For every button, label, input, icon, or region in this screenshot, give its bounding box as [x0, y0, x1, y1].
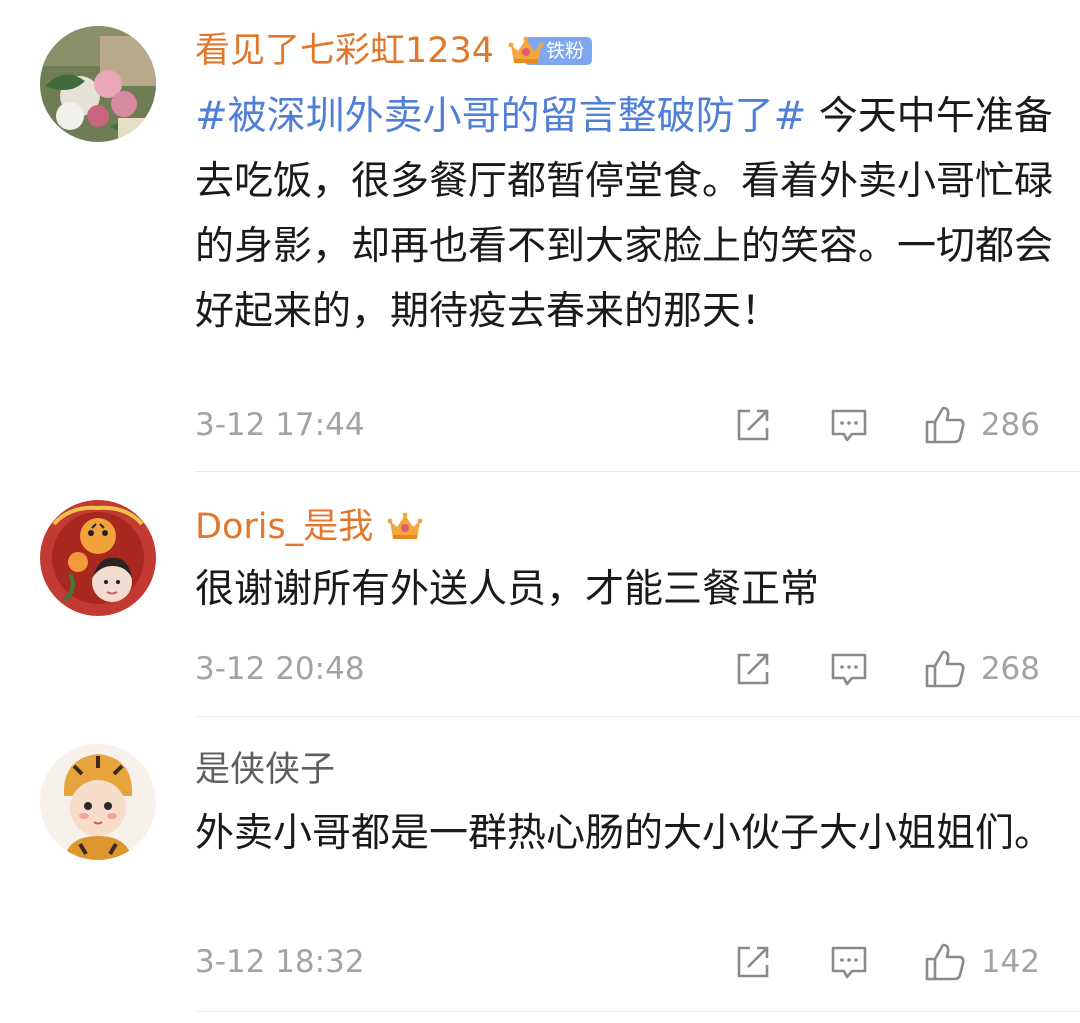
thumbs-up-icon — [925, 406, 965, 444]
avatar-image — [40, 744, 156, 860]
comment-button[interactable] — [827, 405, 871, 445]
like-button[interactable]: 268 — [923, 647, 1040, 691]
comment-meta: 3-12 20:48 268 — [195, 644, 1040, 694]
username[interactable]: 是侠侠子 — [195, 745, 335, 795]
avatar[interactable] — [40, 500, 156, 616]
comment-text: #被深圳外卖小哥的留言整破防了# 今天中午准备去吃饭，很多餐厅都暂停堂食。看着外… — [195, 84, 1055, 344]
avatar-image — [40, 26, 156, 142]
share-icon — [737, 653, 769, 685]
like-button[interactable]: 142 — [923, 940, 1040, 984]
crown-icon — [508, 36, 544, 63]
thumbs-up-icon — [925, 943, 965, 981]
avatar-image — [40, 500, 156, 616]
share-button[interactable] — [731, 942, 775, 982]
name-row: 是侠侠子 — [195, 745, 335, 795]
username[interactable]: 看见了七彩虹1234 — [195, 26, 494, 76]
comment-text: 很谢谢所有外送人员，才能三餐正常 — [195, 567, 820, 612]
comment-text: 外卖小哥都是一群热心肠的大小伙子大小姐姐们。 — [195, 811, 1054, 856]
topic-link[interactable]: #被深圳外卖小哥的留言整破防了# — [195, 94, 806, 139]
like-count: 286 — [980, 407, 1040, 443]
share-button[interactable] — [731, 405, 775, 445]
fan-badge: 铁粉 — [508, 34, 593, 68]
name-row: Doris_是我 — [195, 502, 423, 552]
share-icon — [737, 409, 769, 441]
comment-button[interactable] — [827, 942, 871, 982]
comment-button[interactable] — [827, 649, 871, 689]
avatar[interactable] — [40, 26, 156, 142]
comment-icon — [831, 409, 867, 442]
username[interactable]: Doris_是我 — [195, 502, 373, 552]
comment-actions: 286 — [731, 400, 1040, 450]
share-button[interactable] — [731, 649, 775, 689]
timestamp: 3-12 18:32 — [195, 944, 365, 980]
comment-meta: 3-12 17:44 286 — [195, 400, 1040, 450]
comment-actions: 268 — [731, 644, 1040, 694]
comment-item: Doris_是我 很谢谢所有外送人员，才能三餐正常 3-12 20:48 268 — [0, 472, 1080, 717]
timestamp: 3-12 17:44 — [195, 407, 365, 443]
comment-meta: 3-12 18:32 142 — [195, 937, 1040, 987]
crown-icon — [387, 512, 423, 539]
like-count: 142 — [980, 944, 1040, 980]
comment-item: 看见了七彩虹1234 铁粉 #被深圳外卖小哥的留言整破防了# 今天中午准备去吃饭… — [0, 0, 1080, 472]
like-count: 268 — [980, 651, 1040, 687]
timestamp: 3-12 20:48 — [195, 651, 365, 687]
divider — [195, 1011, 1080, 1012]
comment-icon — [831, 946, 867, 979]
share-icon — [737, 946, 769, 978]
thumbs-up-icon — [925, 650, 965, 688]
name-row: 看见了七彩虹1234 铁粉 — [195, 26, 593, 76]
comment-actions: 142 — [731, 937, 1040, 987]
comment-icon — [831, 653, 867, 686]
avatar[interactable] — [40, 744, 156, 860]
comment-item: 是侠侠子 外卖小哥都是一群热心肠的大小伙子大小姐姐们。 3-12 18:32 1… — [0, 717, 1080, 1023]
like-button[interactable]: 286 — [923, 403, 1040, 447]
